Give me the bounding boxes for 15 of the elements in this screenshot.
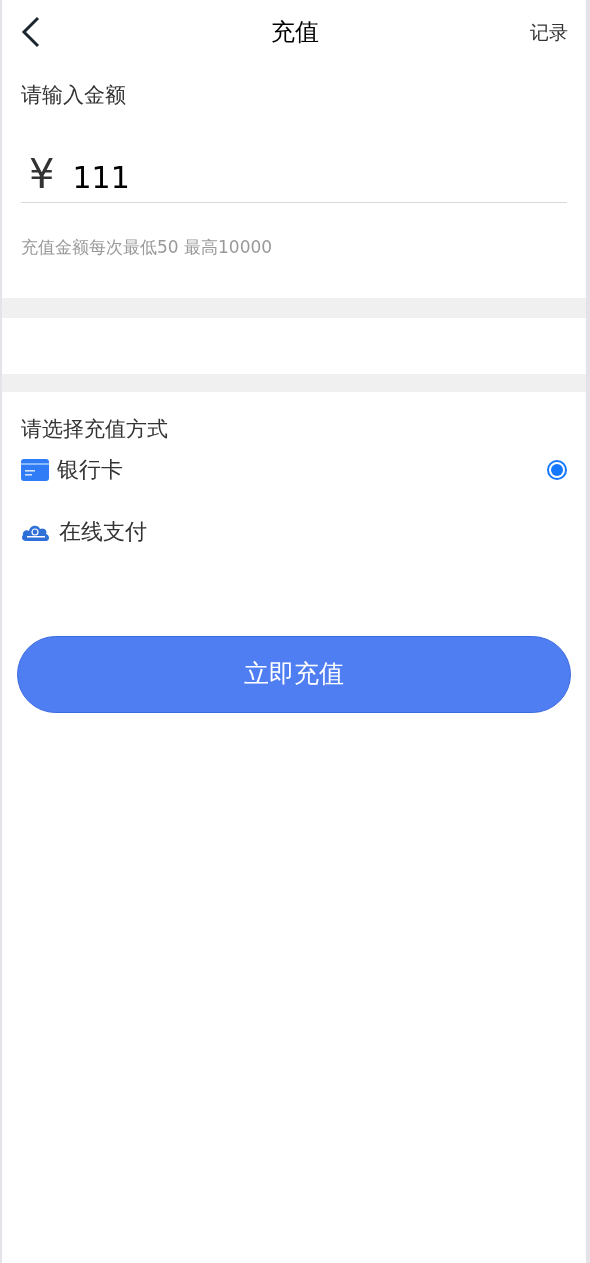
amount-label: 请输入金额 (21, 82, 127, 109)
option-label: 银行卡 (57, 456, 124, 484)
records-link[interactable]: 记录 (530, 17, 568, 47)
radio-selected[interactable] (547, 459, 567, 480)
currency-symbol: ¥ (29, 149, 55, 198)
recharge-button[interactable]: 立即充值 (17, 635, 571, 713)
method-title: 请选择充值方式 (21, 416, 169, 443)
amount-input[interactable]: 111 (72, 157, 567, 198)
payment-option[interactable]: 在线支付 (21, 511, 567, 552)
amount-hint: 充值金额每次最低50 最高10000 (21, 235, 274, 259)
card-icon (21, 458, 49, 481)
page-title: 充值 (271, 17, 319, 48)
option-label: 在线支付 (59, 518, 148, 546)
payment-option[interactable]: 银行卡 (21, 449, 567, 490)
back-icon (20, 16, 42, 48)
